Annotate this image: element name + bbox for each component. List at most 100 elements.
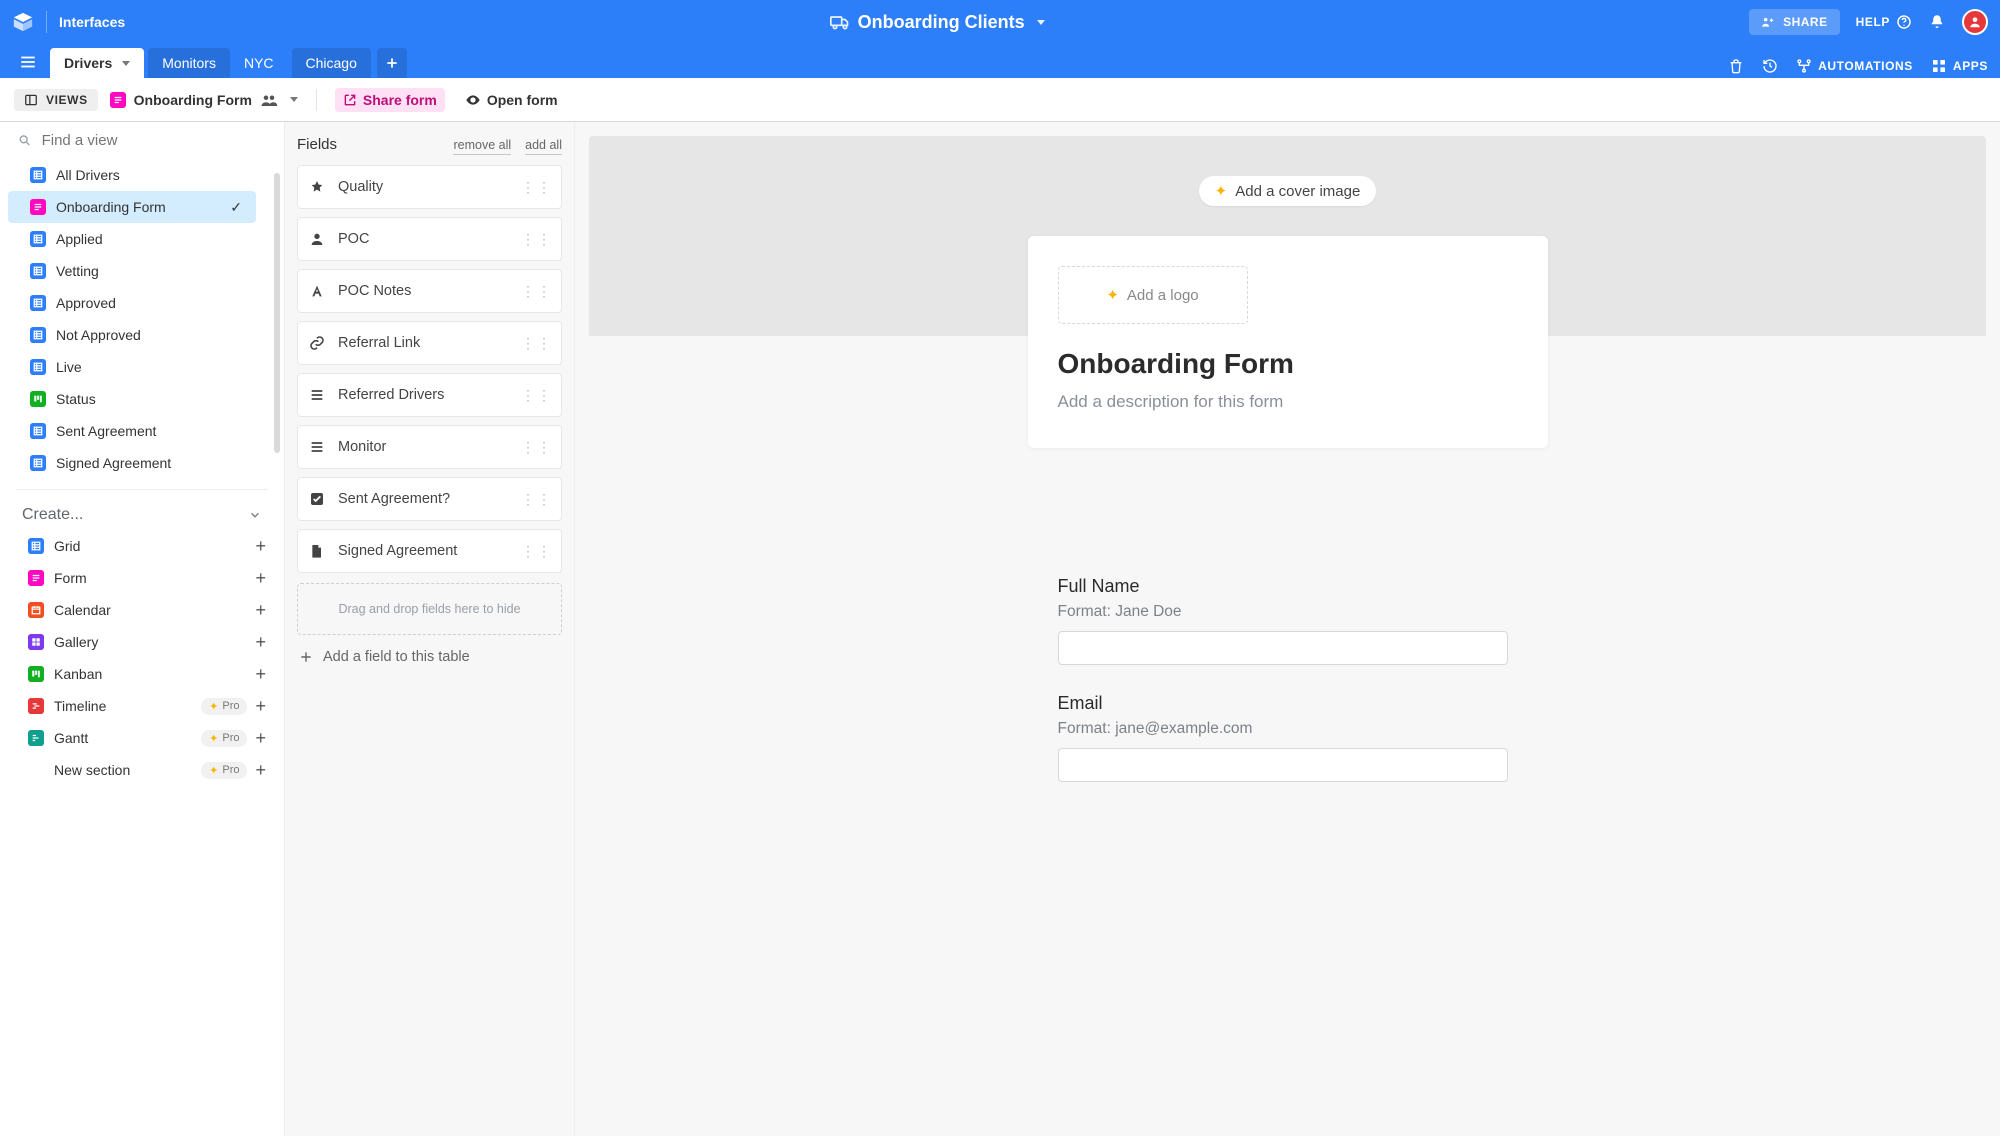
share-button[interactable]: SHARE — [1749, 9, 1840, 35]
form-view-icon — [110, 92, 126, 108]
base-title-text: Onboarding Clients — [858, 12, 1025, 33]
logo-cube-icon[interactable] — [12, 11, 34, 33]
drag-handle-icon[interactable]: ⋮⋮ — [521, 387, 553, 404]
plus-icon: + — [255, 633, 266, 651]
views-toggle-button[interactable]: VIEWS — [14, 89, 98, 111]
remove-all-link[interactable]: remove all — [453, 138, 511, 155]
create-gallery[interactable]: Gallery + — [0, 626, 284, 658]
plus-icon — [299, 650, 313, 664]
tables-menu-button[interactable] — [12, 46, 44, 78]
tab-chicago[interactable]: Chicago — [292, 48, 371, 78]
apps-button[interactable]: APPS — [1931, 58, 1988, 74]
add-table-button[interactable] — [377, 48, 407, 78]
current-view-name[interactable]: Onboarding Form — [110, 91, 298, 109]
view-item-onboarding-form[interactable]: Onboarding Form✓ — [8, 191, 256, 223]
plus-icon: + — [255, 537, 266, 555]
view-item-status[interactable]: Status — [8, 383, 256, 415]
person-icon — [308, 231, 326, 247]
create-list: Grid+Form+Calendar+Gallery+Kanban+Timeli… — [0, 530, 284, 786]
create-form[interactable]: Form+ — [0, 562, 284, 594]
list-icon — [308, 439, 326, 455]
create-grid[interactable]: Grid+ — [0, 530, 284, 562]
create-calendar[interactable]: Calendar+ — [0, 594, 284, 626]
create-item-label: Gallery — [54, 634, 98, 650]
form-title[interactable]: Onboarding Form — [1058, 348, 1518, 380]
grid-view-icon — [30, 263, 46, 279]
view-item-not-approved[interactable]: Not Approved — [8, 319, 256, 351]
add-field-button[interactable]: Add a field to this table — [297, 645, 562, 665]
view-item-label: Live — [56, 359, 82, 375]
field-poc[interactable]: POC⋮⋮ — [297, 217, 562, 261]
drag-handle-icon[interactable]: ⋮⋮ — [521, 491, 553, 508]
view-item-sent-agreement[interactable]: Sent Agreement — [8, 415, 256, 447]
view-item-vetting[interactable]: Vetting — [8, 255, 256, 287]
view-bar: VIEWS Onboarding Form Share form Open fo… — [0, 78, 2000, 122]
form-view-icon — [28, 570, 44, 586]
notifications-button[interactable] — [1928, 13, 1946, 31]
field-poc-notes[interactable]: POC Notes ⋮⋮ — [297, 269, 562, 313]
history-button[interactable] — [1762, 58, 1778, 74]
hide-drop-zone[interactable]: Drag and drop fields here to hide — [297, 583, 562, 635]
add-logo-button[interactable]: ✦ Add a logo — [1058, 266, 1248, 324]
create-label: Create... — [22, 506, 83, 524]
view-item-label: All Drivers — [56, 167, 120, 183]
field-input[interactable] — [1058, 631, 1508, 665]
plus-icon: + — [255, 665, 266, 683]
people-plus-icon — [1761, 15, 1775, 29]
grid-view-icon — [30, 359, 46, 375]
open-form-label: Open form — [487, 92, 558, 108]
share-label: SHARE — [1783, 15, 1828, 29]
field-referred-drivers[interactable]: Referred Drivers⋮⋮ — [297, 373, 562, 417]
external-link-icon — [343, 93, 357, 107]
form-field-email: EmailFormat: jane@example.com — [1058, 693, 1518, 782]
view-item-all-drivers[interactable]: All Drivers — [8, 159, 256, 191]
account-avatar[interactable] — [1962, 9, 1988, 35]
base-title[interactable]: Onboarding Clients — [830, 12, 1045, 33]
truck-icon — [830, 12, 850, 32]
create-timeline[interactable]: Timeline✦Pro+ — [0, 690, 284, 722]
field-quality[interactable]: Quality⋮⋮ — [297, 165, 562, 209]
create-kanban[interactable]: Kanban+ — [0, 658, 284, 690]
drag-handle-icon[interactable]: ⋮⋮ — [521, 179, 553, 196]
field-input[interactable] — [1058, 748, 1508, 782]
drag-handle-icon[interactable]: ⋮⋮ — [521, 231, 553, 248]
create-gantt[interactable]: Gantt✦Pro+ — [0, 722, 284, 754]
trash-button[interactable] — [1728, 58, 1744, 74]
kanban-view-icon — [28, 666, 44, 682]
drag-handle-icon[interactable]: ⋮⋮ — [521, 543, 553, 560]
view-item-approved[interactable]: Approved — [8, 287, 256, 319]
views-search-input[interactable] — [42, 132, 266, 149]
field-signed-agreement[interactable]: Signed Agreement⋮⋮ — [297, 529, 562, 573]
tab-drivers[interactable]: Drivers — [50, 48, 144, 78]
help-button[interactable]: HELP — [1856, 14, 1912, 30]
view-item-signed-agreement[interactable]: Signed Agreement — [8, 447, 256, 479]
tab-nyc[interactable]: NYC — [230, 48, 288, 78]
view-item-applied[interactable]: Applied — [8, 223, 256, 255]
drag-handle-icon[interactable]: ⋮⋮ — [521, 335, 553, 352]
field-referral-link[interactable]: Referral Link⋮⋮ — [297, 321, 562, 365]
interfaces-link[interactable]: Interfaces — [59, 14, 125, 30]
create-section-toggle[interactable]: Create... — [0, 500, 284, 530]
view-item-live[interactable]: Live — [8, 351, 256, 383]
create-new-section[interactable]: New section✦Pro+ — [0, 754, 284, 786]
view-name-text: Onboarding Form — [134, 92, 252, 108]
add-cover-image-button[interactable]: ✦ Add a cover image — [1199, 176, 1377, 206]
drag-handle-icon[interactable]: ⋮⋮ — [521, 283, 553, 300]
eye-icon — [465, 92, 481, 108]
field-label: POC Notes — [338, 283, 411, 299]
form-header-card: ✦ Add a logo Onboarding Form Add a descr… — [1028, 236, 1548, 448]
drag-handle-icon[interactable]: ⋮⋮ — [521, 439, 553, 456]
check-icon: ✓ — [230, 199, 242, 216]
add-all-link[interactable]: add all — [525, 138, 562, 155]
share-form-button[interactable]: Share form — [335, 88, 445, 112]
main-area: All DriversOnboarding Form✓AppliedVettin… — [0, 122, 2000, 1136]
scrollbar[interactable] — [274, 173, 280, 453]
field-monitor[interactable]: Monitor⋮⋮ — [297, 425, 562, 469]
tab-monitors[interactable]: Monitors — [148, 48, 230, 78]
plus-icon: + — [255, 729, 266, 747]
open-form-button[interactable]: Open form — [457, 88, 566, 112]
form-description[interactable]: Add a description for this form — [1058, 392, 1518, 412]
automations-button[interactable]: AUTOMATIONS — [1796, 58, 1913, 74]
field-sent-agreement-[interactable]: Sent Agreement?⋮⋮ — [297, 477, 562, 521]
create-item-label: Calendar — [54, 602, 111, 618]
